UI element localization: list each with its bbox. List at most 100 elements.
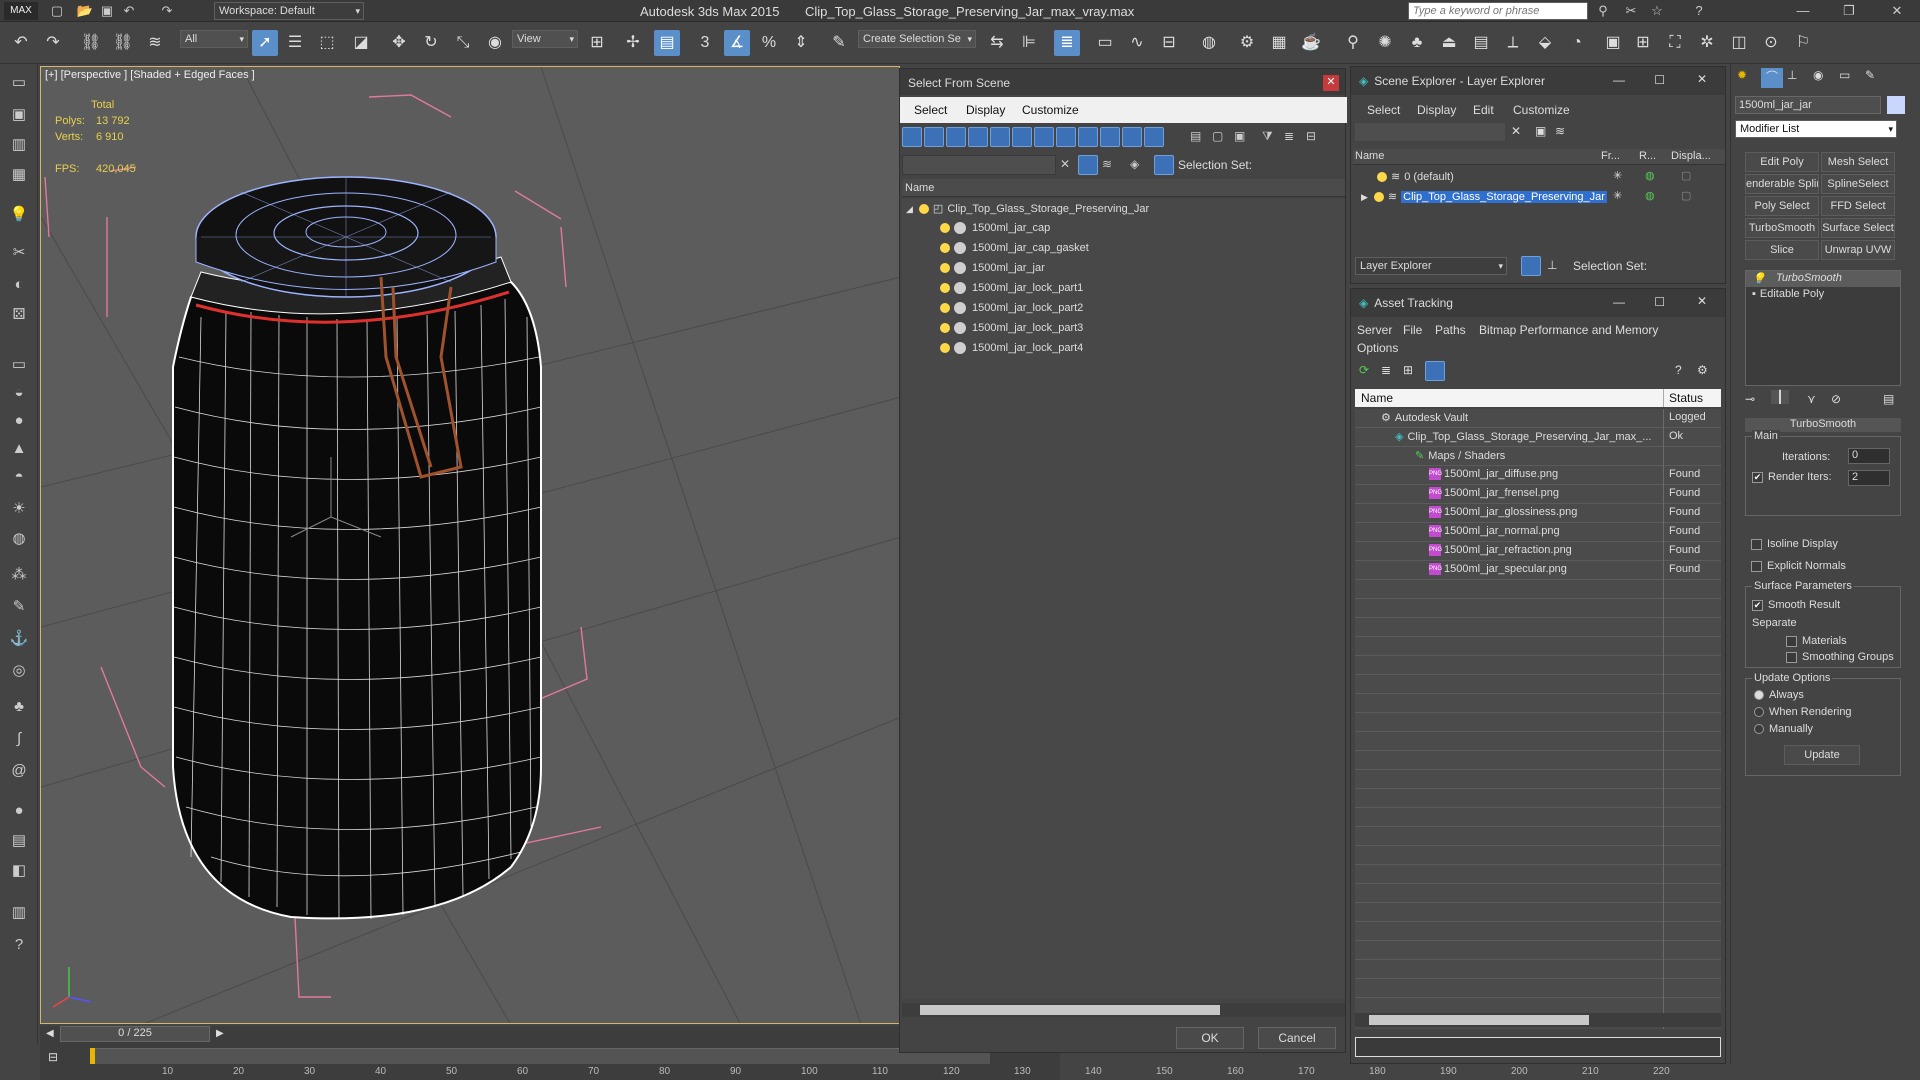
- iterations-spinner[interactable]: 0: [1848, 448, 1890, 464]
- hierarchy-filter-icon[interactable]: ≣: [1284, 129, 1294, 143]
- undo-button[interactable]: ↶: [8, 30, 34, 56]
- turbosmooth-button[interactable]: TurboSmooth: [1745, 218, 1819, 238]
- motion-icon[interactable]: ◐: [8, 274, 30, 296]
- selection-set-icon[interactable]: [1154, 155, 1174, 175]
- asset-row[interactable]: PNG 1500ml_jar_diffuse.png Found: [1355, 466, 1721, 486]
- display-frozen-icon[interactable]: [1122, 127, 1142, 147]
- menu-paths[interactable]: Paths: [1435, 323, 1466, 337]
- pivot-center-icon[interactable]: ⊞: [584, 30, 610, 56]
- menu-display[interactable]: Display: [1417, 103, 1456, 117]
- menu-bitmap-performance[interactable]: Bitmap Performance and Memory: [1479, 323, 1658, 337]
- prev-frame-icon[interactable]: ◀: [46, 1028, 54, 1039]
- keyboard-shortcut-icon[interactable]: ▤: [654, 30, 680, 56]
- col-status[interactable]: Status: [1669, 391, 1703, 405]
- update-button[interactable]: Update: [1784, 745, 1860, 765]
- show-end-result-icon[interactable]: ┃: [1771, 390, 1789, 404]
- layer-explorer-toggle-icon[interactable]: [1521, 256, 1541, 276]
- col-display[interactable]: Displa...: [1671, 150, 1711, 162]
- find-field[interactable]: [1355, 123, 1505, 141]
- slice-button[interactable]: Slice: [1745, 240, 1819, 260]
- vray-plane-icon[interactable]: ⟂: [1500, 30, 1526, 56]
- ffd-select-button[interactable]: FFD Select: [1821, 196, 1895, 216]
- display-containers-icon[interactable]: [1100, 127, 1120, 147]
- surface-select-button[interactable]: Surface Select: [1821, 218, 1895, 238]
- smooth-result-checkbox[interactable]: ✔: [1752, 599, 1763, 611]
- globe-icon[interactable]: ◎: [8, 660, 30, 682]
- rectangular-region-icon[interactable]: ⬚: [314, 30, 340, 56]
- explorer-type-dropdown[interactable]: Layer Explorer ▾: [1355, 257, 1507, 275]
- display-xrefs-icon[interactable]: [1056, 127, 1076, 147]
- grass-icon[interactable]: ♣: [8, 696, 30, 718]
- menu-display[interactable]: Display: [966, 103, 1005, 117]
- hierarchy-icon[interactable]: ▦: [8, 164, 30, 186]
- named-selection-dropdown[interactable]: Create Selection Se ▾: [858, 30, 976, 48]
- percent-snap-icon[interactable]: %: [756, 30, 782, 56]
- menu-select[interactable]: Select: [1367, 103, 1400, 117]
- pin-stack-icon[interactable]: ⊸: [1745, 392, 1755, 406]
- list-view-icon[interactable]: ≣: [1381, 363, 1391, 377]
- modify-icon[interactable]: ▥: [8, 134, 30, 156]
- viewport-label[interactable]: [+] [Perspective ] [Shaded + Edged Faces…: [45, 69, 255, 81]
- configure-sets-icon[interactable]: ▤: [1883, 392, 1894, 406]
- app-logo-icon[interactable]: MAX: [4, 2, 38, 20]
- menu-customize[interactable]: Customize: [1513, 103, 1570, 117]
- edit-named-sets-icon[interactable]: ✎: [826, 30, 852, 56]
- object-color-swatch[interactable]: [1887, 96, 1905, 114]
- stack-item-editable-poly[interactable]: ▪ Editable Poly: [1746, 287, 1900, 303]
- redo-button[interactable]: ↷: [40, 30, 66, 56]
- poly-select-button[interactable]: Poly Select: [1745, 196, 1819, 216]
- selection-filter-dropdown[interactable]: All ▾: [180, 30, 248, 48]
- placement-icon[interactable]: ◉: [482, 30, 508, 56]
- mesh-select-button[interactable]: Mesh Select: [1821, 152, 1895, 172]
- horizontal-scrollbar[interactable]: [902, 1003, 1345, 1017]
- display-helpers-icon[interactable]: [990, 127, 1010, 147]
- rotate-icon[interactable]: ↻: [418, 30, 444, 56]
- spinner-snap-icon[interactable]: ⇕: [788, 30, 814, 56]
- minimize-icon[interactable]: —: [1794, 2, 1812, 20]
- help-circle-icon[interactable]: ?: [8, 934, 30, 956]
- hemisphere-icon[interactable]: ◒: [8, 382, 30, 404]
- helpers-icon[interactable]: ⚄: [8, 304, 30, 326]
- tree-item[interactable]: 1500ml_jar_cap_gasket: [902, 239, 1345, 259]
- col-freeze[interactable]: Fr...: [1601, 150, 1620, 162]
- filter-icon[interactable]: ⧩: [1262, 129, 1273, 144]
- tools-icon[interactable]: ✂: [1622, 2, 1640, 20]
- vray-proxy-icon[interactable]: ⏏: [1436, 30, 1462, 56]
- render-layer-icon[interactable]: ◧: [8, 860, 30, 882]
- graphite-toolbar-icon[interactable]: ▭: [1092, 30, 1118, 56]
- select-manipulate-icon[interactable]: ✢: [620, 30, 646, 56]
- maximize-icon[interactable]: ☐: [1654, 73, 1665, 87]
- vray-camera-icon[interactable]: ⛶: [1662, 30, 1688, 56]
- select-object-icon[interactable]: ➚: [252, 30, 278, 56]
- unlink-icon[interactable]: ⛓: [110, 30, 136, 56]
- redo-icon[interactable]: ↷: [158, 2, 176, 20]
- dome-icon[interactable]: ◓: [8, 466, 30, 488]
- layer-row-selected[interactable]: ▶ ≋ Clip_Top_Glass_Storage_Preserving_Jar ✳…: [1351, 187, 1725, 207]
- select-icon[interactable]: ▣: [1535, 124, 1546, 138]
- col-render[interactable]: R...: [1639, 150, 1656, 162]
- sphere-blue-icon[interactable]: ●: [8, 800, 30, 822]
- schematic-view-icon[interactable]: ⊟: [1156, 30, 1182, 56]
- display-invert-icon[interactable]: ▣: [1234, 129, 1245, 143]
- undo-icon[interactable]: ↶: [120, 2, 138, 20]
- create-box-icon[interactable]: ▣: [8, 104, 30, 126]
- motion-tab-icon[interactable]: ◉: [1813, 68, 1823, 82]
- curve-editor-icon[interactable]: ∿: [1124, 30, 1150, 56]
- render-iters-spinner[interactable]: 2: [1848, 470, 1890, 486]
- render-icon[interactable]: ☕: [1298, 30, 1324, 56]
- asset-row[interactable]: PNG 1500ml_jar_glossiness.png Found: [1355, 504, 1721, 524]
- display-none-icon[interactable]: ▢: [1212, 129, 1223, 143]
- ok-button[interactable]: OK: [1176, 1027, 1244, 1049]
- window-crossing-icon[interactable]: ◪: [348, 30, 374, 56]
- vray-lens-icon[interactable]: ⊙: [1758, 30, 1784, 56]
- modifier-list-dropdown[interactable]: Modifier List ▾: [1735, 120, 1897, 138]
- cone-icon[interactable]: ▲: [8, 438, 30, 460]
- curve-editor-mini-icon[interactable]: ⊟: [48, 1050, 58, 1064]
- perspective-viewport[interactable]: [+] [Perspective ] [Shaded + Edged Faces…: [40, 66, 900, 1024]
- col-name[interactable]: Name: [1361, 391, 1393, 405]
- path-field[interactable]: [1355, 1037, 1721, 1057]
- vray-clock-icon[interactable]: ◔: [1564, 30, 1590, 56]
- find-field[interactable]: [902, 155, 1056, 175]
- layer-explorer-icon[interactable]: ≣: [1054, 30, 1080, 56]
- tree-item[interactable]: 1500ml_jar_lock_part4: [902, 339, 1345, 359]
